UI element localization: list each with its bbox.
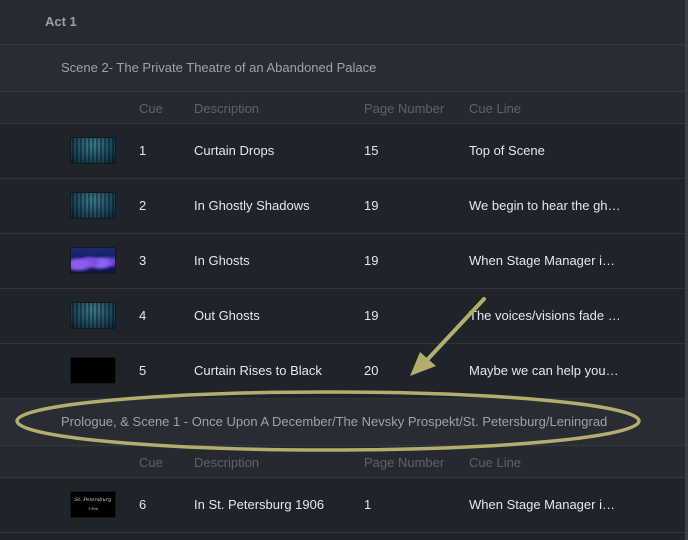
cue-description: Out Ghosts bbox=[194, 308, 260, 323]
cue-description: Curtain Drops bbox=[194, 143, 275, 158]
cue-page-number: 19 bbox=[364, 308, 379, 323]
cue-number: 2 bbox=[139, 198, 147, 213]
cue-row[interactable]: 5 Curtain Rises to Black 20 Maybe we can… bbox=[0, 344, 685, 399]
ghosts-thumbnail bbox=[70, 247, 116, 274]
column-header-cue-line[interactable]: Cue Line bbox=[469, 455, 521, 470]
curtain-thumbnail bbox=[70, 302, 116, 329]
cue-row[interactable]: 3 In Ghosts 19 When Stage Manager is rea… bbox=[0, 234, 685, 289]
scene-header[interactable]: Prologue, & Scene 1 - Once Upon A Decemb… bbox=[0, 399, 685, 446]
cue-description: In St. Petersburg 1906 bbox=[194, 497, 325, 512]
cue-page-number: 19 bbox=[364, 198, 379, 213]
cue-line: When Stage Manager is ready bbox=[469, 253, 621, 268]
column-header-page-number[interactable]: Page Number bbox=[364, 101, 444, 116]
column-header-page-number[interactable]: Page Number bbox=[364, 455, 444, 470]
column-header-cue[interactable]: Cue bbox=[139, 101, 163, 116]
cue-line: The voices/visions fade away bbox=[469, 308, 621, 323]
curtain-thumbnail bbox=[70, 137, 116, 164]
act-title: Act 1 bbox=[45, 14, 77, 29]
cue-page-number: 20 bbox=[364, 363, 379, 378]
column-header-cue[interactable]: Cue bbox=[139, 455, 163, 470]
cue-number: 4 bbox=[139, 308, 147, 323]
thumbnail-title-text: St. Petersburg bbox=[74, 497, 112, 503]
cue-row[interactable]: 1 Curtain Drops 15 Top of Scene bbox=[0, 124, 685, 179]
title-card-thumbnail: St. Petersburg 1906 bbox=[70, 491, 116, 518]
thumbnail-year-text: 1906 bbox=[87, 506, 99, 511]
cue-number: 3 bbox=[139, 253, 147, 268]
scene-title: Prologue, & Scene 1 - Once Upon A Decemb… bbox=[61, 414, 608, 429]
curtain-thumbnail bbox=[70, 192, 116, 219]
cue-line: Top of Scene bbox=[469, 143, 545, 158]
cue-number: 1 bbox=[139, 143, 147, 158]
black-thumbnail bbox=[70, 357, 116, 384]
cue-description: In Ghostly Shadows bbox=[194, 198, 310, 213]
cue-description: In Ghosts bbox=[194, 253, 250, 268]
column-header-cue-line[interactable]: Cue Line bbox=[469, 101, 521, 116]
cue-row[interactable]: St. Petersburg 1906 6 In St. Petersburg … bbox=[0, 478, 685, 533]
cue-description: Curtain Rises to Black bbox=[194, 363, 322, 378]
cue-page-number: 19 bbox=[364, 253, 379, 268]
cue-number: 6 bbox=[139, 497, 147, 512]
act-header[interactable]: Act 1 bbox=[0, 0, 685, 45]
column-header-row: Cue Description Page Number Cue Line bbox=[0, 446, 685, 478]
scene-title: Scene 2- The Private Theatre of an Aband… bbox=[61, 60, 377, 75]
scene-header[interactable]: Scene 2- The Private Theatre of an Aband… bbox=[0, 45, 685, 92]
cue-page-number: 15 bbox=[364, 143, 379, 158]
cue-row[interactable]: 4 Out Ghosts 19 The voices/visions fade … bbox=[0, 289, 685, 344]
cue-line: Maybe we can help you find bbox=[469, 363, 621, 378]
column-header-row: Cue Description Page Number Cue Line bbox=[0, 92, 685, 124]
cue-line: We begin to hear the ghosts bbox=[469, 198, 621, 213]
cue-line: When Stage Manager is ready bbox=[469, 497, 621, 512]
column-header-description[interactable]: Description bbox=[194, 455, 259, 470]
cue-page-number: 1 bbox=[364, 497, 372, 512]
column-header-description[interactable]: Description bbox=[194, 101, 259, 116]
cue-row[interactable]: 2 In Ghostly Shadows 19 We begin to hear… bbox=[0, 179, 685, 234]
cue-number: 5 bbox=[139, 363, 147, 378]
